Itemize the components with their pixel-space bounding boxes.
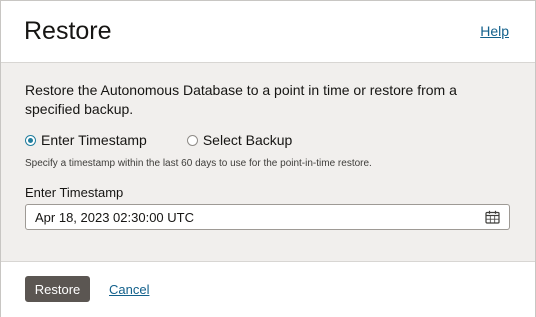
restore-mode-radio-group: Enter Timestamp Select Backup	[25, 130, 332, 150]
cancel-link[interactable]: Cancel	[109, 282, 149, 297]
timestamp-field-label: Enter Timestamp	[25, 185, 124, 200]
timestamp-hint: Specify a timestamp within the last 60 d…	[25, 158, 372, 169]
help-link[interactable]: Help	[480, 23, 509, 39]
dialog-description: Restore the Autonomous Database to a poi…	[25, 82, 457, 117]
dialog-title: Restore	[24, 17, 112, 45]
calendar-icon[interactable]	[480, 205, 504, 229]
dialog-body: Restore the Autonomous Database to a poi…	[1, 63, 535, 261]
restore-dialog: Restore Help Restore the Autonomous Data…	[0, 0, 536, 317]
dialog-header: Restore Help	[1, 1, 535, 63]
dialog-footer: Restore Cancel	[1, 261, 535, 317]
radio-select-backup[interactable]: Select Backup	[186, 132, 293, 148]
radio-label-enter-timestamp: Enter Timestamp	[41, 132, 147, 148]
radio-label-select-backup: Select Backup	[202, 132, 293, 148]
radio-unselected-icon[interactable]	[186, 134, 198, 146]
timestamp-input-value[interactable]: Apr 18, 2023 02:30:00 UTC	[26, 210, 480, 225]
radio-selected-icon[interactable]	[25, 134, 36, 146]
restore-button[interactable]: Restore	[25, 276, 90, 302]
timestamp-input[interactable]: Apr 18, 2023 02:30:00 UTC	[25, 204, 510, 230]
radio-enter-timestamp[interactable]: Enter Timestamp	[25, 132, 147, 148]
